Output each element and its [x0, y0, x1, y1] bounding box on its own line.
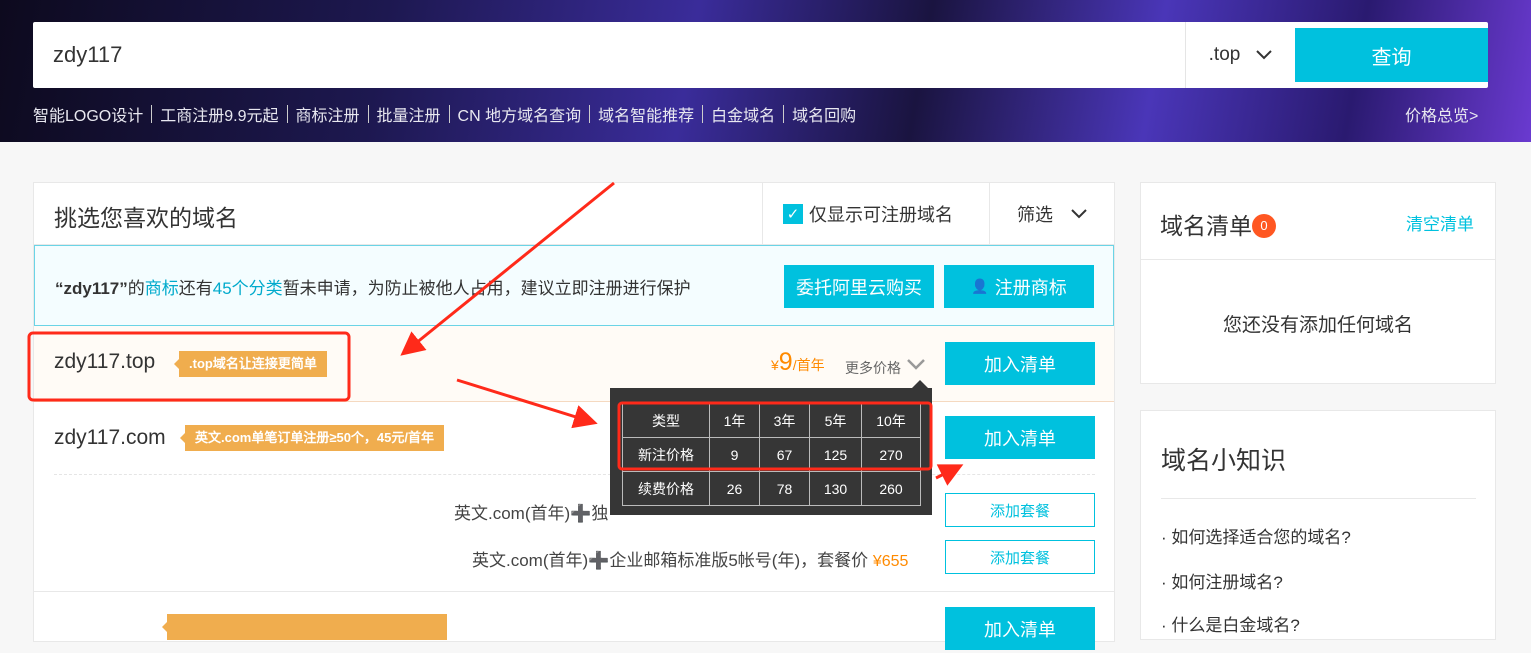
- categories-link[interactable]: 45个分类: [213, 279, 283, 298]
- table-cell: 260: [861, 471, 921, 506]
- chevron-down-icon: [1071, 208, 1087, 218]
- table-cell: 续费价格: [622, 471, 710, 506]
- more-prices-toggle[interactable]: 更多价格: [845, 358, 925, 378]
- notice-text-part: 还有: [178, 279, 213, 298]
- table-header-row: 类型 1年 3年 5年 10年: [622, 403, 921, 438]
- tip-link[interactable]: · 如何注册域名?: [1161, 568, 1283, 593]
- table-cell: 26: [709, 471, 760, 506]
- table-header: 1年: [709, 403, 760, 438]
- nav-link[interactable]: 域名智能推荐: [598, 102, 694, 126]
- table-row: 新注价格 9 67 125 270: [622, 437, 921, 472]
- tip-link[interactable]: · 如何选择适合您的域名?: [1161, 523, 1351, 548]
- cart-count-badge: 0: [1252, 214, 1276, 238]
- domain-name: zdy117.com: [54, 426, 166, 449]
- divider: [1161, 498, 1476, 499]
- only-available-checkbox[interactable]: ✓ 仅显示可注册域名: [762, 183, 989, 244]
- cart-empty-text: 您还没有添加任何域名: [1222, 315, 1413, 336]
- add-package-button[interactable]: 添加套餐: [945, 540, 1095, 574]
- package-description: 英文.com(首年)➕企业邮箱标准版5帐号(年)，套餐价: [472, 551, 869, 570]
- panel-title: 挑选您喜欢的域名: [54, 205, 238, 231]
- filter-label: 筛选: [1017, 204, 1053, 225]
- chevron-down-icon: [907, 359, 925, 370]
- notice-text: “zdy117”的商标还有45个分类暂未申请，为防止被他人占用，建议立即注册进行…: [55, 274, 691, 299]
- button-label: 注册商标: [994, 277, 1067, 298]
- price: ¥9/首年: [771, 348, 825, 377]
- add-to-list-button[interactable]: 加入清单: [945, 416, 1095, 459]
- package-text: 英文.com(首年)➕独: [454, 504, 609, 523]
- divider: [1141, 259, 1495, 260]
- table-cell: 新注价格: [622, 437, 710, 472]
- more-prices-label: 更多价格: [845, 360, 901, 376]
- table-cell: 270: [861, 437, 921, 472]
- domain-tips-panel: 域名小知识 · 如何选择适合您的域名? · 如何注册域名? · 什么是白金域名?: [1140, 410, 1496, 640]
- panel-header: 挑选您喜欢的域名 ✓ 仅显示可注册域名 筛选: [34, 183, 1114, 245]
- add-package-button[interactable]: 添加套餐: [945, 493, 1095, 527]
- chevron-down-icon: [1256, 44, 1273, 66]
- register-trademark-button[interactable]: 👤 注册商标: [944, 265, 1094, 308]
- search-input[interactable]: [53, 22, 1153, 88]
- table-cell: 130: [809, 471, 862, 506]
- notice-text-part: 的: [127, 279, 145, 298]
- notice-text-part: 暂未申请，为防止被他人占用，建议立即注册进行保护: [282, 279, 691, 298]
- table-cell: 9: [709, 437, 760, 472]
- table-header: 类型: [622, 403, 710, 438]
- add-to-list-button[interactable]: 加入清单: [945, 342, 1095, 385]
- cart-title: 域名清单 0: [1160, 207, 1276, 241]
- currency: ¥: [771, 357, 779, 373]
- table-cell: 67: [759, 437, 810, 472]
- trademark-link[interactable]: 商标: [145, 279, 179, 298]
- price-table: 类型 1年 3年 5年 10年 新注价格 9 67 125 270 续费价格 26 78 130 260: [622, 403, 921, 506]
- package-price: ¥655: [872, 553, 909, 570]
- domain-name: zdy117.top: [54, 350, 156, 373]
- domain-row: zdy117.com 英文.com单笔订单注册≥50个，45元/首年 加入清单 …: [34, 402, 1114, 592]
- add-to-list-button[interactable]: 加入清单: [945, 607, 1095, 650]
- package-text: 英文.com(首年)➕企业邮箱标准版5帐号(年)，套餐价 ¥655: [472, 546, 908, 571]
- notice-domain: “zdy117”: [55, 279, 128, 298]
- price-popover: 类型 1年 3年 5年 10年 新注价格 9 67 125 270 续费价格 26 78 130 260: [610, 380, 932, 515]
- search-button[interactable]: 查询: [1295, 28, 1488, 82]
- entrust-purchase-button[interactable]: 委托阿里云购买: [784, 265, 934, 308]
- promo-tag: 英文.com单笔订单注册≥50个，45元/首年: [179, 425, 445, 451]
- suffix-dropdown[interactable]: .top: [1185, 22, 1295, 88]
- suffix-value: .top: [1208, 44, 1241, 65]
- nav-link[interactable]: 域名回购: [792, 102, 856, 126]
- table-header: 3年: [759, 403, 810, 438]
- domain-row: zdy117.top .top域名让连接更简单 ¥9/首年 更多价格 加入清单: [34, 326, 1114, 402]
- table-header: 5年: [809, 403, 862, 438]
- tip-link[interactable]: · 什么是白金域名?: [1161, 611, 1300, 636]
- search-bar: .top 查询: [33, 22, 1488, 88]
- nav-link[interactable]: 批量注册: [377, 102, 441, 126]
- header-banner: .top 查询 智能LOGO设计 工商注册9.9元起 商标注册 批量注册 CN …: [0, 0, 1531, 142]
- domain-cart-panel: 域名清单 0 清空清单 您还没有添加任何域名: [1140, 182, 1496, 384]
- table-cell: 78: [759, 471, 810, 506]
- trademark-notice: “zdy117”的商标还有45个分类暂未申请，为防止被他人占用，建议立即注册进行…: [34, 245, 1114, 326]
- tips-title: 域名小知识: [1161, 447, 1287, 475]
- promo-tag: .top域名让连接更简单: [174, 351, 327, 377]
- quick-nav: 智能LOGO设计 工商注册9.9元起 商标注册 批量注册 CN 地方域名查询 域…: [33, 102, 856, 126]
- domain-results-panel: 挑选您喜欢的域名 ✓ 仅显示可注册域名 筛选 “zdy117”的商标还有45个分类…: [33, 182, 1115, 650]
- checkbox-label: 仅显示可注册域名: [809, 204, 953, 225]
- price-unit: /首年: [792, 357, 825, 373]
- filter-dropdown[interactable]: 筛选: [989, 183, 1114, 244]
- cart-title-text: 域名清单: [1160, 213, 1252, 239]
- checkmark-icon: ✓: [783, 203, 803, 224]
- nav-link[interactable]: 智能LOGO设计: [33, 102, 143, 126]
- divider: [54, 474, 1095, 475]
- table-row: 续费价格 26 78 130 260: [622, 471, 921, 506]
- nav-link[interactable]: 商标注册: [296, 102, 360, 126]
- table-cell: 125: [809, 437, 862, 472]
- domain-row: 加入清单: [34, 593, 1114, 653]
- promo-tag: [162, 614, 447, 640]
- price-overview-link[interactable]: 价格总览>: [1405, 102, 1478, 126]
- nav-link[interactable]: CN 地方域名查询: [458, 102, 582, 126]
- price-value: 9: [778, 348, 793, 376]
- table-header: 10年: [861, 403, 921, 438]
- nav-link[interactable]: 工商注册9.9元起: [160, 102, 278, 126]
- clear-cart-link[interactable]: 清空清单: [1406, 210, 1474, 235]
- nav-link[interactable]: 白金域名: [711, 102, 775, 126]
- user-icon: 👤: [971, 278, 989, 294]
